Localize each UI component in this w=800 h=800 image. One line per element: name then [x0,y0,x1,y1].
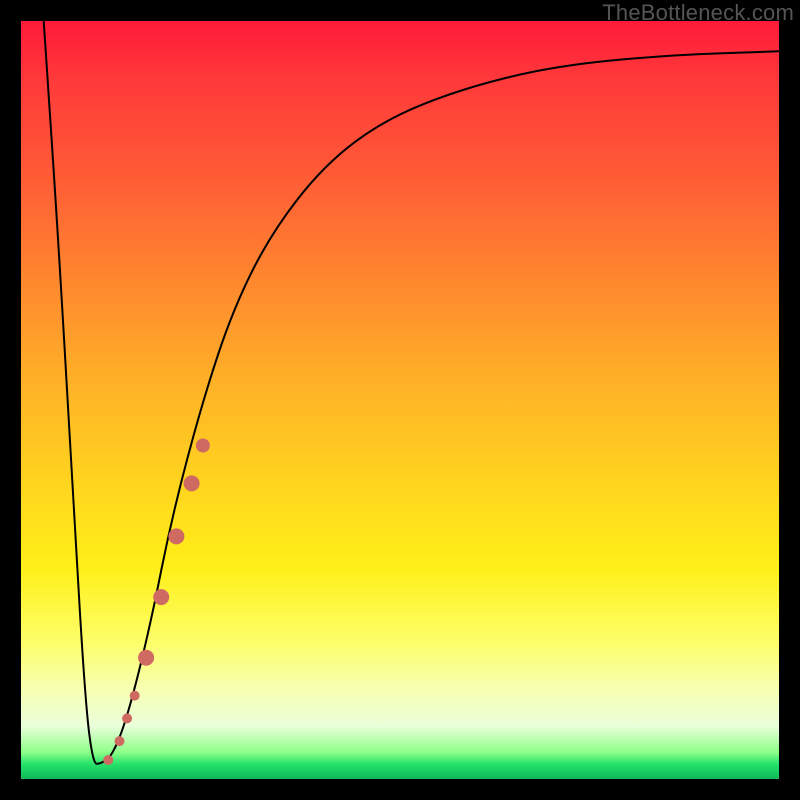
curve-marker [184,475,200,491]
curve-marker [103,755,113,765]
curve-marker [122,713,132,723]
highlighted-segment [103,439,210,766]
plot-area [21,21,779,779]
bottleneck-curve [44,21,779,764]
chart-frame: TheBottleneck.com [0,0,800,800]
curve-marker [153,589,169,605]
curve-marker [130,691,140,701]
curve-marker [115,736,125,746]
curve-marker [196,439,210,453]
watermark-text: TheBottleneck.com [602,0,794,26]
bottleneck-curve-svg [21,21,779,779]
curve-marker [138,650,154,666]
curve-marker [168,528,184,544]
